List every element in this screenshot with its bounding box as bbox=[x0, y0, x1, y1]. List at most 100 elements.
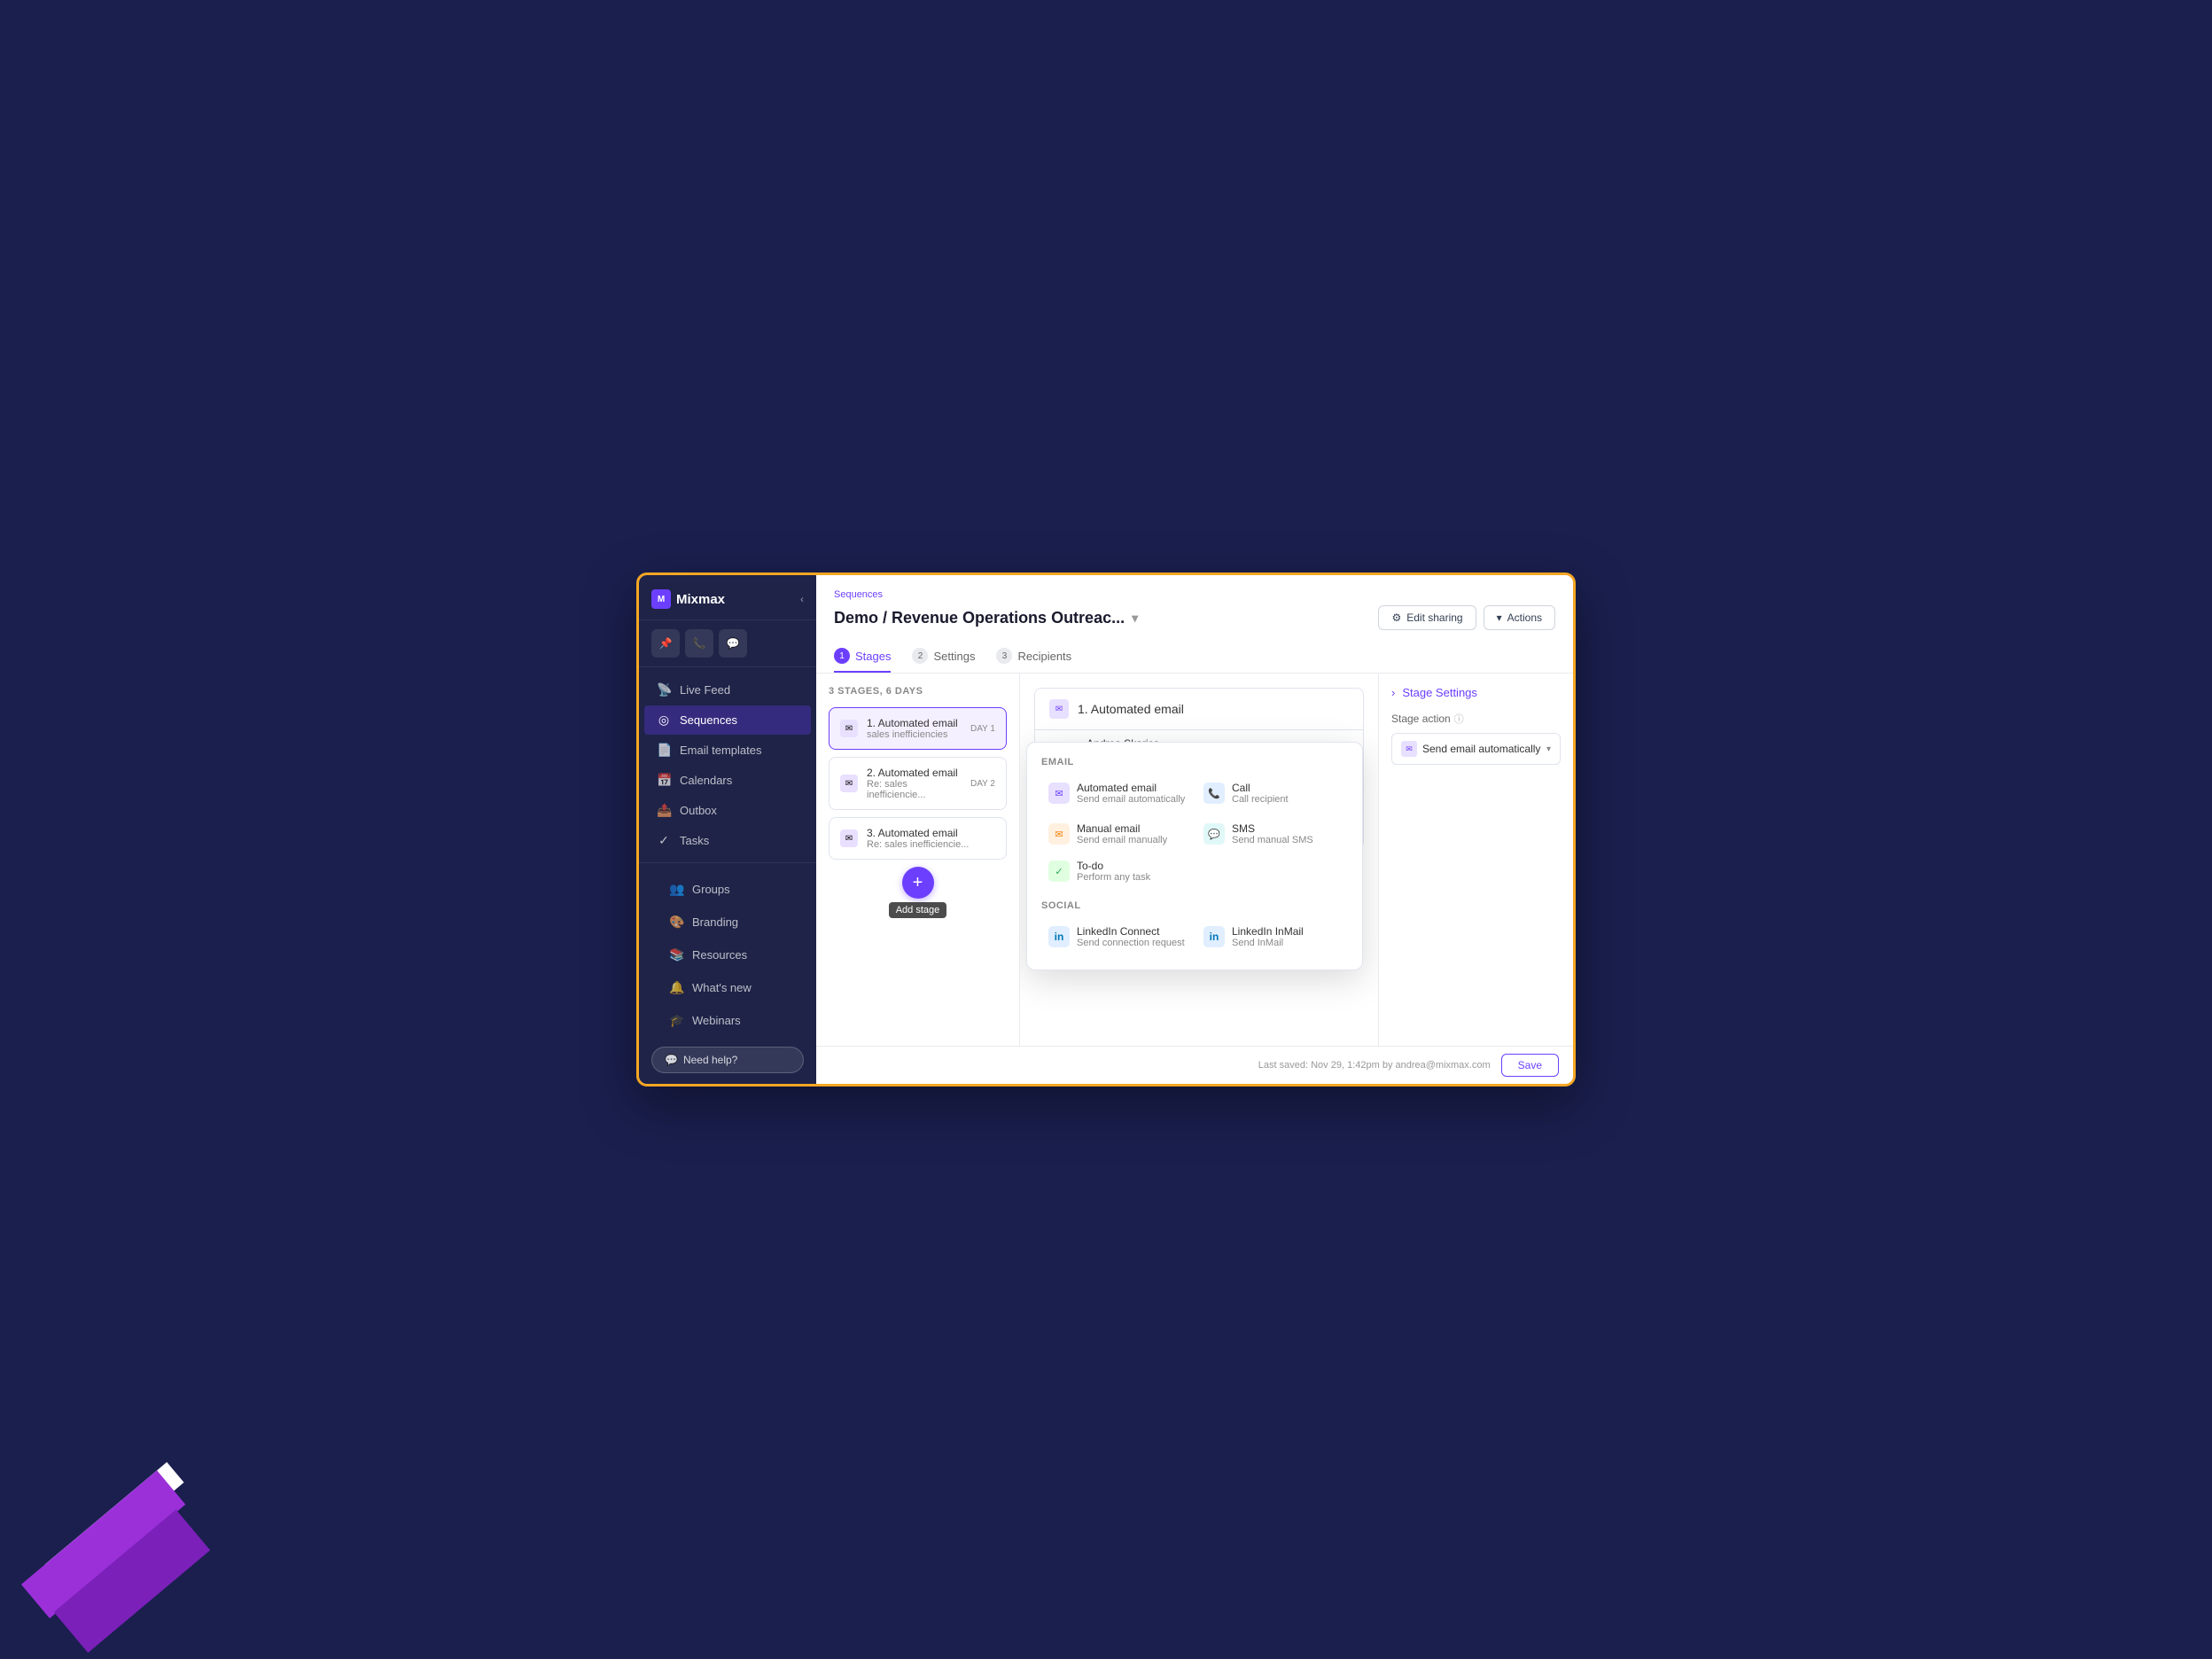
call-name: Call bbox=[1232, 782, 1289, 794]
page-title-chevron[interactable]: ▾ bbox=[1132, 611, 1138, 626]
todo-icon: ✓ bbox=[1048, 861, 1070, 882]
social-section-title: Social bbox=[1041, 900, 1348, 911]
sidebar-item-webinars[interactable]: 🎓 Webinars bbox=[657, 1006, 798, 1035]
stage-item-2[interactable]: ✉ 2. Automated email Re: sales inefficie… bbox=[829, 757, 1007, 810]
stage-2-icon: ✉ bbox=[840, 775, 858, 792]
whats-new-icon: 🔔 bbox=[669, 980, 683, 995]
sidebar-icon-phone[interactable]: 📞 bbox=[685, 629, 713, 658]
resources-icon: 📚 bbox=[669, 947, 683, 962]
save-button[interactable]: Save bbox=[1501, 1054, 1559, 1077]
tab-stages-label: Stages bbox=[855, 650, 891, 663]
sidebar-item-live-feed[interactable]: 📡 Live Feed bbox=[644, 675, 811, 705]
todo-desc: Perform any task bbox=[1077, 872, 1150, 883]
tab-recipients-num: 3 bbox=[996, 648, 1012, 664]
breadcrumb: Sequences bbox=[834, 589, 1555, 600]
last-saved-text: Last saved: Nov 29, 1:42pm by andrea@mix… bbox=[1258, 1060, 1491, 1071]
stage-2-title: 2. Automated email bbox=[867, 767, 962, 779]
actions-button[interactable]: ▾ Actions bbox=[1484, 605, 1555, 630]
sequences-icon: ◎ bbox=[657, 713, 671, 728]
dropdown-item-linkedin-inmail[interactable]: in LinkedIn InMail Send InMail bbox=[1196, 918, 1348, 955]
need-help-icon: 💬 bbox=[665, 1054, 678, 1066]
sidebar-item-sequences[interactable]: ◎ Sequences bbox=[644, 705, 811, 735]
tab-settings[interactable]: 2 Settings bbox=[912, 641, 975, 673]
stages-panel: 3 STAGES, 6 DAYS ✉ 1. Automated email sa… bbox=[816, 674, 1020, 1046]
need-help-button[interactable]: 💬 Need help? bbox=[651, 1047, 804, 1073]
tab-stages-num: 1 bbox=[834, 648, 850, 664]
tab-stages[interactable]: 1 Stages bbox=[834, 641, 891, 673]
dropdown-item-linkedin-connect[interactable]: in LinkedIn Connect Send connection requ… bbox=[1041, 918, 1193, 955]
email-card: ✉ 1. Automated email From Andrea Skarica… bbox=[1034, 688, 1364, 849]
stage-1-subtitle: sales inefficiencies bbox=[867, 729, 962, 740]
sidebar-item-label: Resources bbox=[692, 948, 747, 962]
stage-3-title: 3. Automated email bbox=[867, 827, 986, 839]
automated-email-desc: Send email automatically bbox=[1077, 794, 1185, 805]
dropdown-item-automated-email[interactable]: ✉ Automated email Send email automatical… bbox=[1041, 775, 1193, 812]
tab-settings-num: 2 bbox=[912, 648, 928, 664]
stage-action-label: Stage action ⓘ bbox=[1391, 712, 1561, 726]
email-card-header: ✉ 1. Automated email bbox=[1035, 689, 1363, 730]
sidebar: M Mixmax ‹ 📌 📞 💬 📡 Live Feed ◎ Sequences… bbox=[639, 575, 816, 1084]
dropdown-item-todo[interactable]: ✓ To-do Perform any task bbox=[1041, 853, 1193, 890]
social-items-grid: in LinkedIn Connect Send connection requ… bbox=[1041, 918, 1348, 955]
calendars-icon: 📅 bbox=[657, 773, 671, 788]
content-area: 3 STAGES, 6 DAYS ✉ 1. Automated email sa… bbox=[816, 674, 1573, 1046]
groups-icon: 👥 bbox=[669, 882, 683, 897]
linkedin-connect-name: LinkedIn Connect bbox=[1077, 925, 1185, 938]
stage-action-caret-icon: ▾ bbox=[1546, 744, 1551, 754]
sidebar-item-label: Sequences bbox=[680, 713, 737, 727]
sidebar-header: M Mixmax ‹ bbox=[639, 575, 816, 620]
page-title: Demo / Revenue Operations Outreac... ▾ bbox=[834, 609, 1138, 627]
add-stage-container: + Add stage bbox=[829, 867, 1007, 918]
sms-icon: 💬 bbox=[1203, 823, 1225, 845]
outbox-icon: 📤 bbox=[657, 803, 671, 818]
sms-name: SMS bbox=[1232, 822, 1313, 835]
sidebar-item-outbox[interactable]: 📤 Outbox bbox=[644, 796, 811, 825]
edit-sharing-icon: ⚙ bbox=[1391, 611, 1401, 624]
dropdown-item-sms[interactable]: 💬 SMS Send manual SMS bbox=[1196, 815, 1348, 853]
stage-item-3[interactable]: ✉ 3. Automated email Re: sales inefficie… bbox=[829, 817, 1007, 860]
email-panel: ✉ 1. Automated email From Andrea Skarica… bbox=[1020, 674, 1378, 1046]
dropdown-item-manual-email[interactable]: ✉ Manual email Send email manually bbox=[1041, 815, 1193, 853]
manual-email-name: Manual email bbox=[1077, 822, 1167, 835]
tab-recipients[interactable]: 3 Recipients bbox=[996, 641, 1071, 673]
sidebar-item-contacts[interactable]: 👤 Contacts bbox=[644, 856, 811, 862]
linkedin-inmail-icon: in bbox=[1203, 926, 1225, 947]
sidebar-item-label: Branding bbox=[692, 915, 738, 929]
collapse-sidebar-btn[interactable]: ‹ bbox=[800, 593, 804, 605]
logo: M Mixmax bbox=[651, 589, 725, 609]
actions-chevron-icon: ▾ bbox=[1497, 611, 1502, 624]
sidebar-icon-chat[interactable]: 💬 bbox=[719, 629, 747, 658]
automated-email-text: Automated email Send email automatically bbox=[1077, 782, 1185, 805]
automated-email-name: Automated email bbox=[1077, 782, 1185, 794]
sidebar-item-tasks[interactable]: ✓ Tasks bbox=[644, 826, 811, 855]
sidebar-item-resources[interactable]: 📚 Resources bbox=[657, 940, 798, 970]
stage-2-text: 2. Automated email Re: sales inefficienc… bbox=[867, 767, 962, 800]
sidebar-icon-pin[interactable]: 📌 bbox=[651, 629, 680, 658]
manual-email-icon: ✉ bbox=[1048, 823, 1070, 845]
sidebar-item-calendars[interactable]: 📅 Calendars bbox=[644, 766, 811, 795]
need-help-label: Need help? bbox=[683, 1054, 737, 1066]
email-section-title: Email bbox=[1041, 757, 1348, 767]
sidebar-item-email-templates[interactable]: 📄 Email templates bbox=[644, 736, 811, 765]
email-items-grid: ✉ Automated email Send email automatical… bbox=[1041, 775, 1348, 853]
stage-item-1[interactable]: ✉ 1. Automated email sales inefficiencie… bbox=[829, 707, 1007, 750]
linkedin-inmail-name: LinkedIn InMail bbox=[1232, 925, 1304, 938]
manual-email-desc: Send email manually bbox=[1077, 835, 1167, 845]
sidebar-item-groups[interactable]: 👥 Groups bbox=[657, 875, 798, 904]
sidebar-item-whats-new[interactable]: 🔔 What's new bbox=[657, 973, 798, 1002]
edit-sharing-button[interactable]: ⚙ Edit sharing bbox=[1378, 605, 1476, 630]
sidebar-item-branding[interactable]: 🎨 Branding bbox=[657, 907, 798, 937]
dropdown-item-call[interactable]: 📞 Call Call recipient bbox=[1196, 775, 1348, 812]
stage-3-text: 3. Automated email Re: sales inefficienc… bbox=[867, 827, 986, 850]
call-desc: Call recipient bbox=[1232, 794, 1289, 805]
logo-icon: M bbox=[651, 589, 671, 609]
sidebar-item-label: Live Feed bbox=[680, 683, 730, 697]
add-stage-button[interactable]: + bbox=[902, 867, 934, 899]
call-icon: 📞 bbox=[1203, 783, 1225, 804]
add-stage-label: Add stage bbox=[889, 902, 947, 918]
todo-name: To-do bbox=[1077, 860, 1150, 872]
sidebar-item-label: What's new bbox=[692, 981, 752, 994]
stage-settings-title[interactable]: › Stage Settings bbox=[1391, 686, 1561, 699]
linkedin-inmail-desc: Send InMail bbox=[1232, 938, 1304, 948]
stage-action-dropdown[interactable]: ✉ Send email automatically ▾ bbox=[1391, 733, 1561, 765]
